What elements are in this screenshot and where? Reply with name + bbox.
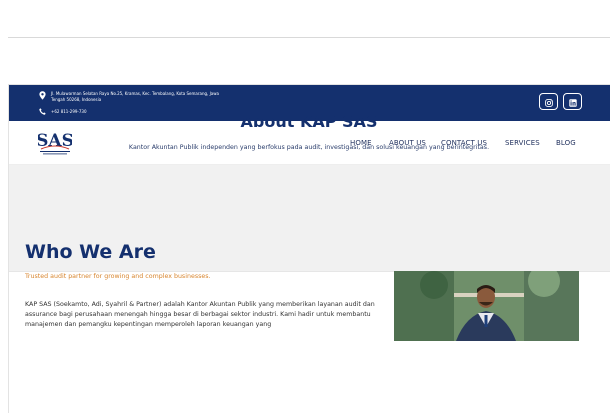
who-we-are-heading: Who We Are: [25, 241, 156, 263]
instagram-button[interactable]: [539, 93, 558, 110]
linkedin-button[interactable]: [563, 93, 582, 110]
who-we-are-tagline: Trusted audit partner for growing and co…: [25, 273, 211, 280]
location-pin-icon: [38, 91, 47, 100]
instagram-icon: [544, 92, 553, 111]
sas-logo[interactable]: SAS: [36, 129, 74, 157]
who-we-are-body: KAP SAS (Soekamto, Adi, Syahril & Partne…: [25, 301, 375, 328]
address-text: Jl. Mulawarman Selatan Raya No.25, Krama…: [51, 91, 219, 102]
window-divider: [8, 37, 610, 38]
address-row: Jl. Mulawarman Selatan Raya No.25, Krama…: [38, 91, 221, 102]
page-subtitle: Kantor Akuntan Publik independen yang be…: [128, 144, 490, 151]
team-photo: [394, 271, 579, 341]
page-title: About KAP SAS: [240, 112, 378, 131]
linkedin-icon: [568, 92, 577, 111]
